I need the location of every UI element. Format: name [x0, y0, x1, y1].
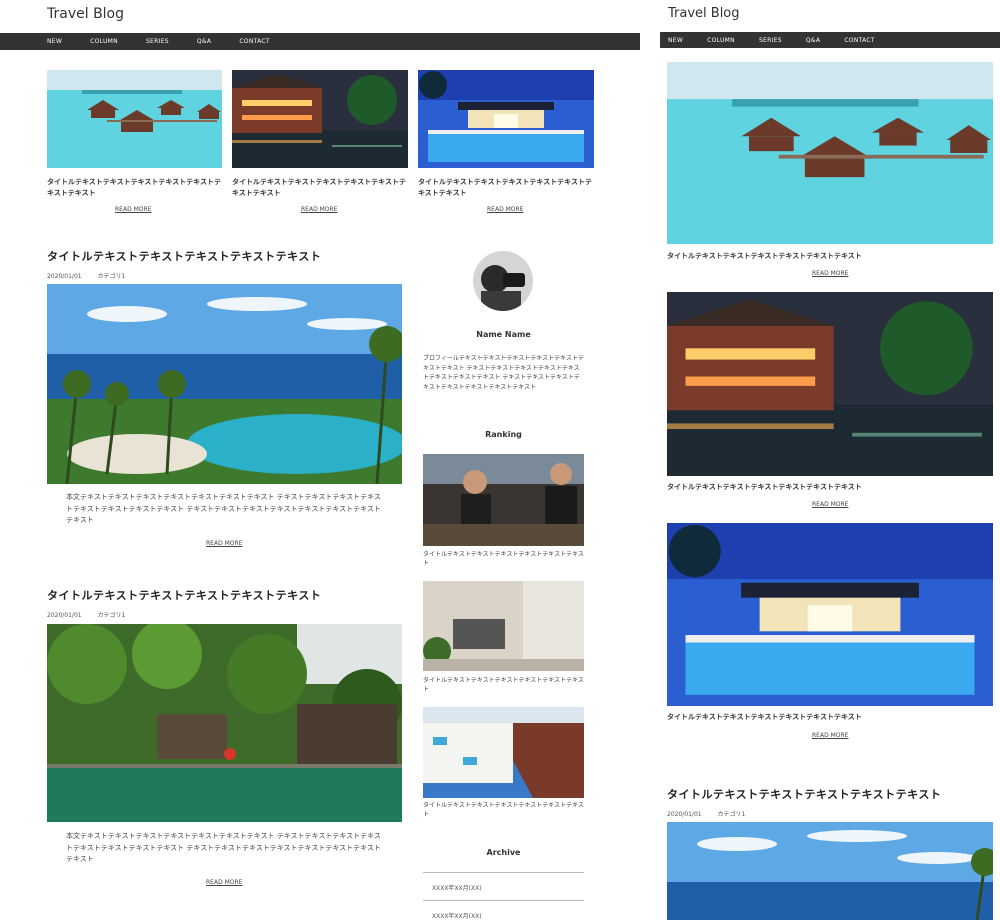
profile-avatar — [473, 251, 533, 311]
card-image-resort-pool[interactable] — [418, 70, 594, 168]
nav-item-qa[interactable]: Q&A — [197, 38, 211, 45]
card-image-canal-town[interactable] — [232, 70, 408, 168]
card-title-1[interactable]: タイトルテキストテキストテキストテキストテキストテキストテキスト — [47, 177, 223, 199]
ranking-image-2[interactable] — [423, 581, 584, 671]
ranking-image-1[interactable] — [423, 454, 584, 546]
nav-item-series[interactable]: SERIES — [146, 38, 169, 45]
nav-item-column[interactable]: COLUMN — [707, 37, 735, 44]
card-readmore-1[interactable]: READ MORE — [115, 206, 151, 213]
post-meta-1: 2020/01/01 カテゴリ1 — [667, 809, 759, 818]
card-readmore-2[interactable]: READ MORE — [812, 501, 848, 508]
card-readmore-2[interactable]: READ MORE — [301, 206, 337, 213]
card-readmore-1[interactable]: READ MORE — [812, 270, 848, 277]
card-image-water-villas[interactable] — [667, 62, 993, 244]
card-readmore-3[interactable]: READ MORE — [812, 732, 848, 739]
nav-item-new[interactable]: NEW — [47, 38, 62, 45]
post-image-ocean-pool[interactable] — [47, 284, 402, 484]
post-meta-2: 2020/01/01 カテゴリ1 — [47, 610, 139, 619]
card-image-resort-pool[interactable] — [667, 523, 993, 706]
card-image-canal-town[interactable] — [667, 292, 993, 476]
post-date: 2020/01/01 — [47, 612, 82, 619]
archive-divider — [423, 872, 584, 873]
nav-item-contact[interactable]: CONTACT — [239, 38, 270, 45]
nav-item-column[interactable]: COLUMN — [90, 38, 118, 45]
post-date: 2020/01/01 — [667, 811, 702, 818]
archive-divider — [423, 900, 584, 901]
post-readmore-1[interactable]: READ MORE — [206, 540, 242, 547]
post-title-2[interactable]: タイトルテキストテキストテキストテキストテキスト — [47, 587, 321, 603]
nav-item-new[interactable]: NEW — [668, 37, 683, 44]
post-readmore-2[interactable]: READ MORE — [206, 879, 242, 886]
archive-item-2[interactable]: XXXX年XX月(XX) — [432, 911, 482, 920]
profile-name: Name Name — [476, 330, 531, 339]
nav-item-series[interactable]: SERIES — [759, 37, 782, 44]
mobile-preview: Travel Blog NEW COLUMN SERIES Q&A CONTAC… — [660, 0, 1000, 920]
card-title-3[interactable]: タイトルテキストテキストテキストテキストテキストテキスト — [667, 712, 993, 723]
card-title-1[interactable]: タイトルテキストテキストテキストテキストテキストテキスト — [667, 251, 993, 262]
post-category[interactable]: カテゴリ1 — [718, 811, 746, 818]
post-title-1[interactable]: タイトルテキストテキストテキストテキストテキスト — [47, 248, 321, 264]
site-title[interactable]: Travel Blog — [668, 6, 740, 21]
ranking-title-3[interactable]: タイトルテキストテキストテキストテキストテキストテキスト — [423, 801, 584, 819]
post-category[interactable]: カテゴリ1 — [98, 612, 126, 619]
post-excerpt-1: 本文テキストテキストテキストテキストテキストテキストテキスト テキストテキストテ… — [66, 493, 381, 524]
post-title-1[interactable]: タイトルテキストテキストテキストテキストテキスト — [667, 786, 941, 802]
post-image-jungle-pool[interactable] — [47, 624, 402, 822]
post-excerpt-2: 本文テキストテキストテキストテキストテキストテキストテキスト テキストテキストテ… — [66, 832, 381, 863]
ranking-image-3[interactable] — [423, 707, 584, 798]
nav-item-qa[interactable]: Q&A — [806, 37, 820, 44]
post-meta-1: 2020/01/01 カテゴリ1 — [47, 271, 139, 280]
desktop-preview: Travel Blog NEW COLUMN SERIES Q&A CONTAC… — [0, 0, 640, 920]
ranking-title-1[interactable]: タイトルテキストテキストテキストテキストテキストテキスト — [423, 550, 584, 568]
post-image-ocean-pool[interactable] — [667, 822, 993, 920]
archive-heading: Archive — [486, 848, 521, 857]
card-title-3[interactable]: タイトルテキストテキストテキストテキストテキストテキストテキスト — [418, 177, 594, 199]
post-category[interactable]: カテゴリ1 — [98, 273, 126, 280]
site-title[interactable]: Travel Blog — [47, 6, 124, 22]
ranking-title-2[interactable]: タイトルテキストテキストテキストテキストテキストテキスト — [423, 676, 584, 694]
global-nav: NEW COLUMN SERIES Q&A CONTACT — [660, 32, 1000, 48]
profile-text: プロフィールテキストテキストテキストテキストテキストテキストテキスト テキストテ… — [423, 355, 584, 391]
card-readmore-3[interactable]: READ MORE — [487, 206, 523, 213]
nav-item-contact[interactable]: CONTACT — [844, 37, 875, 44]
global-nav: NEW COLUMN SERIES Q&A CONTACT — [0, 33, 640, 50]
archive-item-1[interactable]: XXXX年XX月(XX) — [432, 883, 482, 892]
post-date: 2020/01/01 — [47, 273, 82, 280]
card-title-2[interactable]: タイトルテキストテキストテキストテキストテキストテキスト — [667, 482, 993, 493]
card-image-water-villas[interactable] — [47, 70, 222, 168]
card-title-2[interactable]: タイトルテキストテキストテキストテキストテキストテキストテキスト — [232, 177, 408, 199]
ranking-heading: Ranking — [485, 430, 522, 439]
